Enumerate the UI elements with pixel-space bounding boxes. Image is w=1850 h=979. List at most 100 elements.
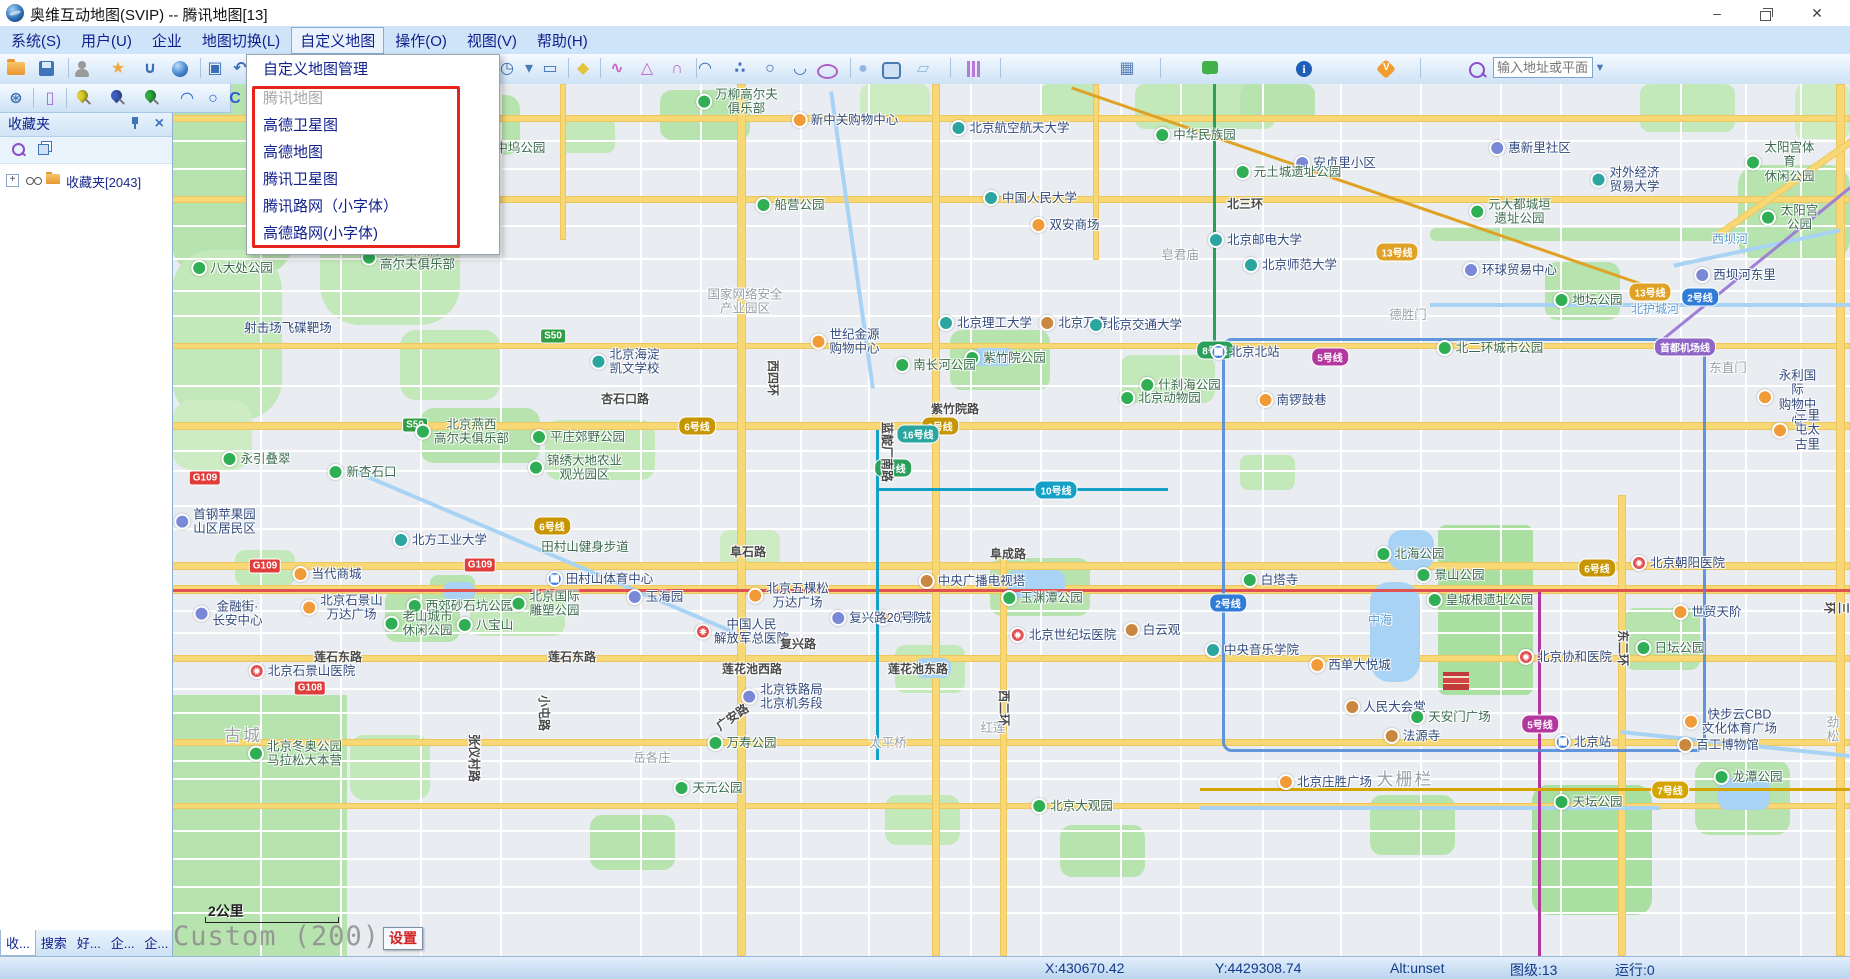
- sidebar-tab-2[interactable]: 搜索: [36, 930, 72, 955]
- toolbar-separator: [1000, 58, 1001, 78]
- menubar-item-7[interactable]: 视图(V): [458, 27, 526, 54]
- search-icon[interactable]: [1469, 62, 1485, 78]
- map-label: 金融街· 长安中心: [193, 600, 262, 629]
- map-label-text: 北京海淀 凯文学校: [609, 348, 659, 377]
- filled-circle-icon[interactable]: ●: [852, 58, 874, 80]
- transit-line: [878, 488, 1168, 491]
- tree-root-label[interactable]: 收藏夹[2043]: [66, 172, 141, 191]
- circle2-icon[interactable]: ○: [202, 88, 224, 110]
- arc2-icon[interactable]: ◠: [176, 88, 198, 110]
- save-icon[interactable]: [39, 61, 54, 76]
- major-road: [1093, 84, 1099, 260]
- copy-icon[interactable]: [38, 144, 49, 155]
- map-label-text: 中央广播电视塔: [938, 574, 1026, 588]
- toolbar-separator: [200, 58, 201, 78]
- triangle-icon[interactable]: △: [636, 58, 658, 80]
- menubar-item-4[interactable]: 地图切换(L): [193, 27, 289, 54]
- menubar-item-8[interactable]: 帮助(H): [528, 27, 597, 54]
- map-label: +北京朝阳医院: [1631, 555, 1725, 571]
- park-poi-icon: [1713, 769, 1729, 785]
- shop-poi-icon: [1772, 422, 1788, 438]
- arc-icon[interactable]: ◡: [789, 58, 811, 80]
- ellipse-icon[interactable]: [817, 64, 838, 79]
- menubar-item-6[interactable]: 操作(O): [386, 27, 456, 54]
- sidebar-tab-3[interactable]: 好...: [72, 930, 106, 955]
- map-label: 莲花池东路: [888, 663, 948, 677]
- map-label: 永引叠翠: [221, 451, 290, 467]
- polygon-icon[interactable]: ▱: [912, 58, 934, 80]
- hosp-poi-icon: +: [1518, 649, 1534, 665]
- pushpin-yellow-icon[interactable]: [75, 88, 91, 104]
- camera-icon[interactable]: ▭: [539, 58, 561, 80]
- menubar-item-1[interactable]: 系统(S): [2, 27, 70, 54]
- dropdown-arrow-icon[interactable]: ▾: [518, 58, 540, 80]
- map-label: 船营公园: [755, 197, 824, 213]
- polyline-icon[interactable]: ∿: [606, 58, 628, 80]
- chat-icon[interactable]: [1202, 61, 1218, 74]
- park-poi-icon: [1553, 794, 1569, 810]
- map-label-text: 元土城遗址公园: [1254, 165, 1342, 179]
- rounded-rect-icon[interactable]: [882, 62, 901, 79]
- map-label: 太阳宫体育 休闲公园: [1745, 140, 1815, 183]
- map-label-text: 北二环城市公园: [1456, 341, 1544, 355]
- dock-pin-icon[interactable]: [130, 117, 140, 129]
- map-label: 北京五棵松 万达广场: [747, 582, 829, 611]
- tree-expand-icon[interactable]: +: [6, 174, 19, 187]
- info-icon[interactable]: [1296, 61, 1312, 77]
- star-icon[interactable]: ★: [107, 58, 129, 80]
- menu-item-custom-map-manage[interactable]: 自定义地图管理: [247, 55, 499, 85]
- school-poi-icon: [983, 190, 999, 206]
- close-button[interactable]: ✕: [1800, 2, 1834, 24]
- sidebar-tab-5[interactable]: 企...: [140, 930, 174, 955]
- menubar-item-2[interactable]: 用户(U): [72, 27, 141, 54]
- menu-item-6[interactable]: 高德路网(小字体): [247, 220, 499, 247]
- crop-icon[interactable]: ▣: [204, 58, 226, 80]
- pushpin-green-icon[interactable]: [143, 88, 159, 104]
- menubar-item-5[interactable]: 自定义地图: [291, 27, 384, 54]
- wave-icon[interactable]: ∩: [666, 58, 688, 80]
- search-favorites-icon[interactable]: [12, 143, 25, 156]
- restore-button[interactable]: [1748, 2, 1782, 24]
- map-label-text: 金融街· 长安中心: [212, 600, 262, 629]
- tiananmen-icon: [1443, 672, 1469, 690]
- map-label: 南锣鼓巷: [1257, 392, 1326, 408]
- open-folder-icon[interactable]: [7, 62, 25, 75]
- settings-button[interactable]: 设置: [383, 927, 423, 950]
- panel-close-icon[interactable]: ×: [155, 112, 164, 136]
- map-label-text: 北京航空航天大学: [969, 121, 1069, 135]
- menu-item-2[interactable]: 高德卫星图: [247, 112, 499, 139]
- map-label: 田村山健身步道: [541, 540, 629, 554]
- search-input[interactable]: [1493, 57, 1593, 78]
- sidebar-tabs: 收...搜索好...企...企...: [0, 930, 173, 956]
- pushpin-blue-icon[interactable]: [109, 88, 125, 104]
- arc-line-icon[interactable]: ◠: [694, 58, 716, 80]
- hosp-poi-icon: +: [1631, 555, 1647, 571]
- route-icon[interactable]: ∪: [139, 58, 161, 80]
- road-shield: S50: [540, 329, 566, 344]
- table-icon[interactable]: ▦: [1116, 58, 1138, 80]
- users-icon[interactable]: [74, 61, 92, 77]
- map-label-text: 天元公园: [692, 781, 742, 795]
- map-label-text: 世贸天阶: [1691, 605, 1741, 619]
- menu-item-4[interactable]: 腾讯卫星图: [247, 166, 499, 193]
- comm-poi-icon: [627, 589, 643, 605]
- menubar-item-3[interactable]: 企业: [143, 27, 191, 54]
- globe-icon[interactable]: [172, 61, 188, 77]
- park-poi-icon: [1409, 709, 1425, 725]
- page-icon[interactable]: ▯: [39, 88, 61, 110]
- park-poi-icon: [1415, 567, 1431, 583]
- comm-poi-icon: [1694, 267, 1710, 283]
- diamond-pin-icon[interactable]: ◆: [572, 58, 594, 80]
- search-dropdown-arrow[interactable]: ▼: [1592, 59, 1608, 77]
- curve-icon[interactable]: C: [224, 88, 246, 110]
- scatter-dots-icon[interactable]: ∴: [729, 58, 751, 80]
- sidebar-tab-4[interactable]: 企...: [106, 930, 140, 955]
- vip-gem-icon[interactable]: [1376, 59, 1396, 79]
- minimize-button[interactable]: –: [1700, 2, 1734, 24]
- bars-icon[interactable]: [967, 61, 980, 77]
- gear-icon[interactable]: ⊛: [5, 88, 27, 110]
- menu-item-3[interactable]: 高德地图: [247, 139, 499, 166]
- circle-icon[interactable]: ○: [759, 58, 781, 80]
- sidebar-tab-1[interactable]: 收...: [0, 930, 36, 956]
- menu-item-5[interactable]: 腾讯路网（小字体）: [247, 193, 499, 220]
